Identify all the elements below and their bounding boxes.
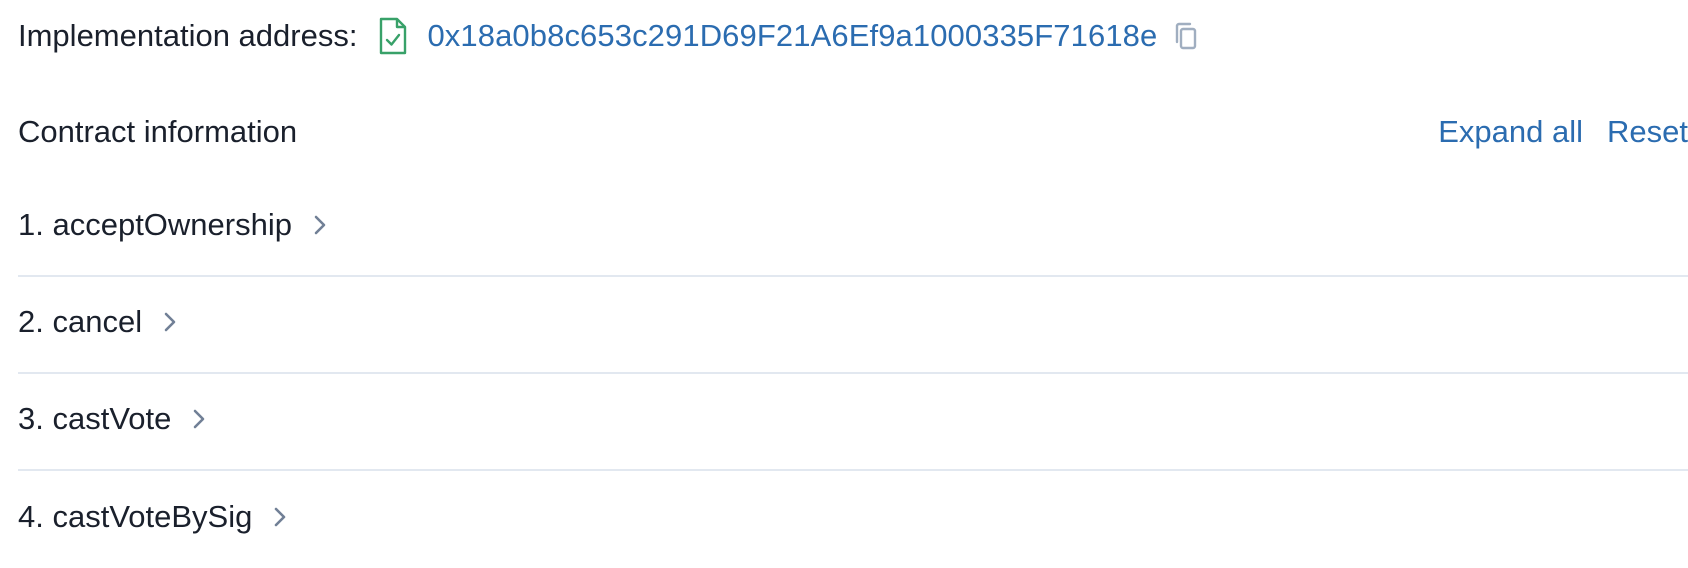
method-label: 3. castVote (18, 400, 172, 436)
verified-contract-icon (377, 16, 409, 56)
method-item-cast-vote-by-sig[interactable]: 4. castVoteBySig (18, 471, 1688, 568)
chevron-right-icon (268, 505, 292, 529)
method-label: 4. castVoteBySig (18, 498, 253, 534)
reset-link[interactable]: Reset (1607, 114, 1688, 150)
method-label: 1. acceptOwnership (18, 206, 292, 242)
contract-method-list: 1. acceptOwnership 2. cancel 3. castVote… (18, 180, 1688, 568)
method-item-cancel[interactable]: 2. cancel (18, 277, 1688, 374)
contract-info-actions: Expand all Reset (1438, 114, 1688, 150)
method-item-cast-vote[interactable]: 3. castVote (18, 374, 1688, 471)
contract-information-header: Contract information Expand all Reset (18, 108, 1688, 156)
implementation-address-label: Implementation address: (18, 18, 358, 53)
method-label: 2. cancel (18, 303, 143, 339)
chevron-right-icon (187, 407, 211, 431)
chevron-right-icon (158, 310, 182, 334)
expand-all-link[interactable]: Expand all (1438, 114, 1583, 150)
implementation-address-link[interactable]: 0x18a0b8c653c291D69F21A6Ef9a1000335F7161… (427, 18, 1157, 54)
contract-information-title: Contract information (18, 114, 298, 149)
copy-icon[interactable] (1171, 19, 1201, 53)
method-item-accept-ownership[interactable]: 1. acceptOwnership (18, 180, 1688, 277)
implementation-address-row: Implementation address: 0x18a0b8c653c291… (18, 12, 1201, 60)
chevron-right-icon (308, 213, 332, 237)
